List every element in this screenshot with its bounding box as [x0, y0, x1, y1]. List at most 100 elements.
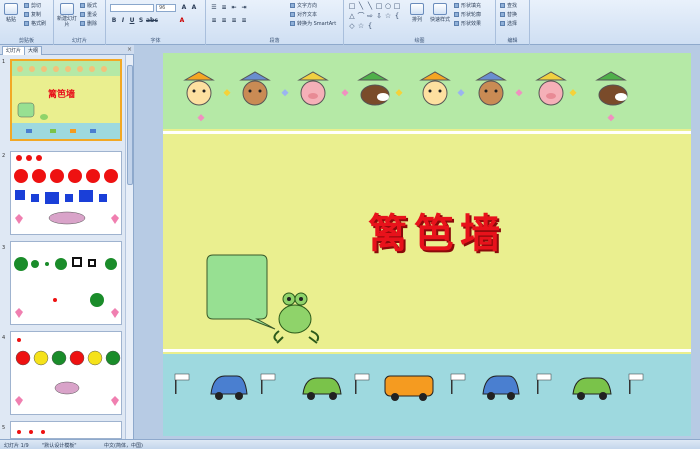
bottom-divider-line [163, 349, 691, 352]
bus-icon [384, 375, 434, 401]
rectangle-shape-icon[interactable]: □ [348, 2, 356, 10]
justify-button[interactable]: ≡ [240, 17, 248, 25]
outline-icon [454, 12, 459, 17]
slide-thumbnail-5[interactable] [10, 421, 122, 439]
tab-outline[interactable]: 大纲 [24, 46, 43, 55]
traffic-light-icon [354, 373, 370, 394]
editing-group: 查找 替换 选择 编辑 [496, 0, 530, 45]
animal-face-icon [535, 71, 567, 106]
italic-button[interactable]: I [119, 17, 127, 25]
quick-styles-button[interactable]: 快速样式 [430, 3, 450, 23]
bullets-button[interactable]: ☰ [210, 4, 218, 12]
reset-button[interactable]: 重设 [80, 11, 97, 18]
traffic-light-icon [450, 373, 466, 394]
callout-shape-icon[interactable]: ◇ [348, 22, 356, 30]
shape-effects-button[interactable]: 形状效果 [454, 20, 481, 27]
close-icon[interactable]: × [127, 46, 132, 53]
animal-face-icon [475, 71, 507, 106]
slide-canvas[interactable]: 篱笆墙 [163, 53, 691, 436]
copy-button[interactable]: 复制 [24, 11, 41, 18]
star-shape-icon[interactable]: ☆ [357, 22, 365, 30]
frog-illustration [273, 292, 320, 344]
triangle-shape-icon[interactable]: △ [348, 12, 356, 20]
slide-thumbnail-2[interactable] [10, 151, 122, 235]
slide-thumbnail-panel: 幻灯片 大纲 × 1 篱笆墙 2 3 4 5 [0, 45, 134, 439]
slide-thumbnail-1[interactable]: 篱笆墙 [10, 59, 122, 141]
increase-indent-button[interactable]: ⇥ [240, 4, 248, 12]
scrollbar-thumb[interactable] [127, 65, 133, 185]
thumb-number: 3 [2, 245, 6, 251]
convert-smartart-button[interactable]: 转换为 SmartArt [290, 20, 336, 27]
editing-group-label: 编辑 [507, 38, 518, 44]
shrink-font-button[interactable]: A [190, 4, 198, 12]
thumbnail-scrollbar[interactable] [125, 55, 133, 439]
strikethrough-button[interactable]: abc [146, 17, 158, 25]
paragraph-group-label: 段落 [269, 38, 280, 44]
font-name-combo[interactable] [110, 4, 154, 12]
underline-button[interactable]: U [128, 17, 136, 25]
text-direction-button[interactable]: 文字方向 [290, 2, 317, 9]
slide-title[interactable]: 篱笆墙 [327, 201, 547, 259]
layout-button[interactable]: 版式 [80, 2, 97, 9]
top-divider-line [163, 131, 691, 134]
slide-4-preview [15, 338, 121, 406]
arrow-down-shape-icon[interactable]: ⇩ [375, 12, 383, 20]
new-slide-button[interactable]: 新建幻灯片 [57, 3, 77, 28]
shape-outline-button[interactable]: 形状轮廓 [454, 11, 481, 18]
slide-thumbnail-4[interactable] [10, 331, 122, 415]
line-shape-icon[interactable]: ╲ [357, 2, 365, 10]
font-group-label: 字体 [150, 38, 161, 44]
slide-editing-area: 篱笆墙 [135, 45, 700, 439]
brush-icon [24, 21, 29, 26]
bold-button[interactable]: B [110, 17, 118, 25]
thumb-number: 4 [2, 335, 6, 341]
reset-icon [80, 12, 85, 17]
line-shape-icon[interactable]: ╲ [366, 2, 374, 10]
replace-button[interactable]: 替换 [500, 11, 517, 18]
rectangle-shape-icon[interactable]: □ [393, 2, 401, 10]
arrange-button[interactable]: 排列 [410, 3, 424, 23]
copy-icon [24, 12, 29, 17]
shape-fill-button[interactable]: 形状填充 [454, 2, 481, 9]
find-button[interactable]: 查找 [500, 2, 517, 9]
delete-slide-button[interactable]: 删除 [80, 20, 97, 27]
brace-shape-icon[interactable]: { [366, 22, 374, 30]
arrow-right-shape-icon[interactable]: ⇨ [366, 12, 374, 20]
animal-face-icon [239, 71, 271, 106]
curve-shape-icon[interactable]: ⌒ [357, 12, 365, 20]
oval-shape-icon[interactable]: ○ [384, 2, 392, 10]
car-icon [482, 375, 520, 400]
slide-5-preview [17, 430, 45, 434]
font-color-button[interactable]: A [178, 17, 186, 25]
traffic-light-icon [260, 373, 276, 394]
rectangle-shape-icon[interactable]: □ [375, 2, 383, 10]
align-center-button[interactable]: ≡ [220, 17, 228, 25]
traffic-light-icon [536, 373, 552, 394]
decrease-indent-button[interactable]: ⇤ [230, 4, 238, 12]
format-painter-button[interactable]: 格式刷 [24, 20, 46, 27]
thumb-number: 1 [2, 59, 6, 65]
cut-button[interactable]: 剪切 [24, 2, 41, 9]
font-size-combo[interactable]: 96 [156, 4, 176, 12]
layout-icon [80, 3, 85, 8]
brace-shape-icon[interactable]: { [393, 12, 401, 20]
numbering-button[interactable]: ≡ [220, 4, 228, 12]
align-left-button[interactable]: ≡ [210, 17, 218, 25]
shadow-button[interactable]: S [137, 17, 145, 25]
clipboard-group-label: 剪贴板 [18, 38, 34, 44]
paste-button[interactable]: 粘贴 [4, 3, 18, 23]
grow-font-button[interactable]: A [180, 4, 188, 12]
star-shape-icon[interactable]: ☆ [384, 12, 392, 20]
delete-icon [80, 21, 85, 26]
smartart-icon [290, 21, 295, 26]
text-direction-icon [290, 3, 295, 8]
select-button[interactable]: 选择 [500, 20, 517, 27]
thumb-number: 2 [2, 153, 6, 159]
animal-face-icon [595, 71, 628, 106]
quick-styles-icon [433, 3, 447, 15]
tab-slides[interactable]: 幻灯片 [2, 46, 26, 55]
slide-thumbnail-3[interactable] [10, 241, 122, 325]
align-text-button[interactable]: 对齐文本 [290, 11, 317, 18]
cursor-icon [500, 21, 505, 26]
align-right-button[interactable]: ≡ [230, 17, 238, 25]
